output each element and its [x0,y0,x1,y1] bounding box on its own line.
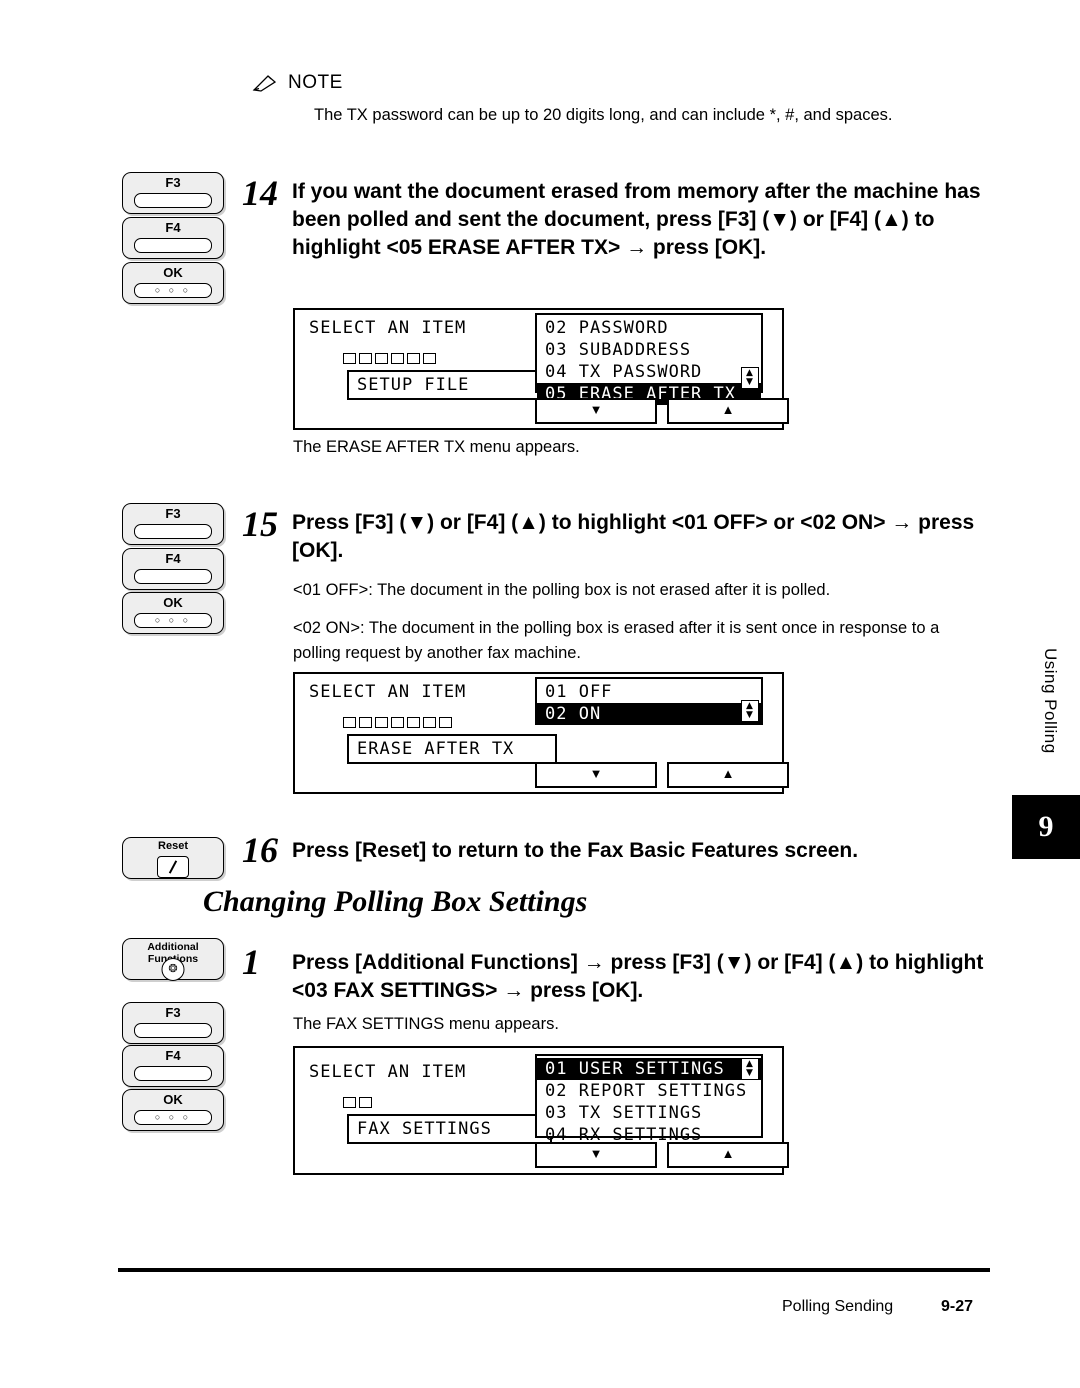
note-header: NOTE [252,72,1012,94]
lcd-panel-2: SELECT AN ITEM ERASE AFTER TX 01 OFF 02 … [293,672,789,794]
step-15-number: 15 [242,504,278,544]
lcd1-title: SELECT AN ITEM [309,318,467,338]
step-15-para-off: <01 OFF>: The document in the polling bo… [293,581,831,599]
step-15-text: Press [F3] (▼) or [F4] (▲) to highlight … [292,511,975,562]
key-f3-label: F3 [165,1005,181,1020]
lcd-panel-3: SELECT AN ITEM FAX SETTINGS 01 USER SETT… [293,1046,789,1175]
lcd1-list: 02 PASSWORD 03 SUBADDRESS 04 TX PASSWORD… [535,313,763,405]
key-bar [134,1023,212,1038]
list-item[interactable]: 03 SUBADDRESS [537,339,761,361]
key-ok-label: OK [163,1092,183,1107]
key-f3-label: F3 [165,175,181,190]
lcd2-progress-boxes [343,717,452,728]
step-1-number: 1 [242,942,260,982]
note-text: The TX password can be up to 20 digits l… [314,106,893,124]
key-f3-label: F3 [165,506,181,521]
key-bar [134,193,212,208]
note-label: NOTE [288,72,343,93]
key-ok-step1[interactable]: OK ○ ○ ○ [122,1089,224,1131]
lcd2-title: SELECT AN ITEM [309,682,467,702]
key-bar [134,1066,212,1081]
key-ok-dots: ○ ○ ○ [154,1112,192,1122]
lcd1-field: SETUP FILE [347,370,547,400]
key-f4-label: F4 [165,1048,181,1063]
key-bar [134,569,212,584]
lcd3-progress-boxes [343,1097,372,1108]
lcd3-title: SELECT AN ITEM [309,1062,467,1082]
step-14-text: If you want the document erased from mem… [292,180,981,259]
list-item[interactable]: 02 REPORT SETTINGS [537,1080,761,1102]
key-ok-label: OK [163,265,183,280]
note-block: NOTE The TX password can be up to 20 dig… [252,72,1012,128]
softkey-down[interactable]: ▼ [535,1142,657,1168]
lcd2-softkeys: ▼ ▲ [535,762,789,788]
list-item[interactable]: 01 OFF [537,681,761,703]
key-f4-step15[interactable]: F4 [122,548,224,590]
list-item-selected[interactable]: 02 ON [537,703,761,725]
key-bar [134,524,212,539]
key-reset[interactable]: Reset [122,837,224,879]
asterisk-circle-icon: ❂ [161,958,185,981]
key-f4-step1[interactable]: F4 [122,1045,224,1087]
lcd3-list: 01 USER SETTINGS 02 REPORT SETTINGS 03 T… [535,1054,763,1145]
key-ok-dots: ○ ○ ○ [154,615,192,625]
footer-page-number: 9-27 [941,1298,974,1315]
list-item[interactable]: 03 TX SETTINGS [537,1102,761,1124]
key-ok-dots: ○ ○ ○ [154,285,192,295]
scroll-indicator-icon[interactable]: ▲ ▼ [741,700,759,722]
pencil-icon [252,73,278,93]
footer-rule [118,1268,990,1272]
lcd1-progress-boxes [343,353,436,364]
lcd-panel-1: SELECT AN ITEM SETUP FILE 02 PASSWORD 03… [293,308,789,430]
step-14-caption: The ERASE AFTER TX menu appears. [293,438,580,456]
softkey-up[interactable]: ▲ [667,1142,789,1168]
reset-icon [157,856,189,878]
step-16-number: 16 [242,830,278,870]
key-f4-step14[interactable]: F4 [122,217,224,259]
key-ok-step15[interactable]: OK ○ ○ ○ [122,592,224,634]
side-chapter-title: Using Polling [1041,648,1060,754]
softkey-up[interactable]: ▲ [667,762,789,788]
step-1-text: Press [Additional Functions] → press [F3… [292,951,984,1002]
lcd3-softkeys: ▼ ▲ [535,1142,789,1168]
lcd3-field: FAX SETTINGS [347,1114,552,1144]
list-item[interactable]: 04 TX PASSWORD [537,361,761,383]
key-f3-step14[interactable]: F3 [122,172,224,214]
softkey-down[interactable]: ▼ [535,762,657,788]
list-item-selected[interactable]: 01 USER SETTINGS [537,1058,761,1080]
softkey-down[interactable]: ▼ [535,398,657,424]
key-reset-label: Reset [158,840,188,852]
key-ok-label: OK [163,595,183,610]
key-additional-functions[interactable]: Additional Functions ❂ [122,938,224,981]
page: NOTE The TX password can be up to 20 dig… [0,0,1080,1388]
chapter-number-tab: 9 [1012,795,1080,859]
lcd1-softkeys: ▼ ▲ [535,398,789,424]
step-1-caption: The FAX SETTINGS menu appears. [293,1015,559,1033]
key-f3-step1[interactable]: F3 [122,1002,224,1044]
step-15-para-on: <02 ON>: The document in the polling box… [293,619,940,662]
key-bar [134,238,212,253]
key-f4-label: F4 [165,220,181,235]
scroll-indicator-icon[interactable]: ▲ ▼ [741,367,759,389]
key-f3-step15[interactable]: F3 [122,503,224,545]
section-heading: Changing Polling Box Settings [203,885,588,918]
footer-section-label: Polling Sending [782,1298,894,1315]
lcd2-field: ERASE AFTER TX [347,734,557,764]
key-ok-step14[interactable]: OK ○ ○ ○ [122,262,224,304]
step-14-number: 14 [242,173,278,213]
scroll-indicator-icon[interactable]: ▲ ▼ [741,1058,759,1080]
step-16-text: Press [Reset] to return to the Fax Basic… [292,839,859,862]
softkey-up[interactable]: ▲ [667,398,789,424]
lcd2-list: 01 OFF 02 ON ▲ ▼ [535,677,763,725]
key-f4-label: F4 [165,551,181,566]
list-item[interactable]: 02 PASSWORD [537,317,761,339]
